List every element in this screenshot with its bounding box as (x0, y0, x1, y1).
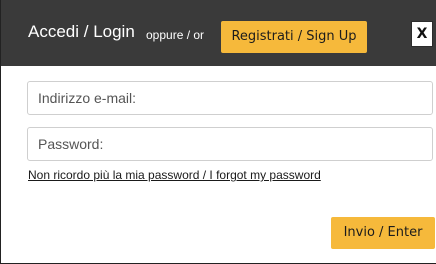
close-icon[interactable]: X (411, 21, 433, 47)
submit-button[interactable]: Invio / Enter (331, 217, 435, 249)
login-modal: Accedi / Login oppure / or Registrati / … (0, 0, 436, 264)
signup-button[interactable]: Registrati / Sign Up (221, 21, 367, 53)
modal-header: Accedi / Login oppure / or Registrati / … (1, 0, 436, 66)
password-field[interactable] (27, 127, 433, 161)
modal-title: Accedi / Login (28, 22, 135, 41)
email-field[interactable] (27, 81, 433, 115)
or-separator-text: oppure / or (146, 28, 205, 42)
forgot-password-link[interactable]: Non ricordo più la mia password / I forg… (28, 168, 321, 182)
